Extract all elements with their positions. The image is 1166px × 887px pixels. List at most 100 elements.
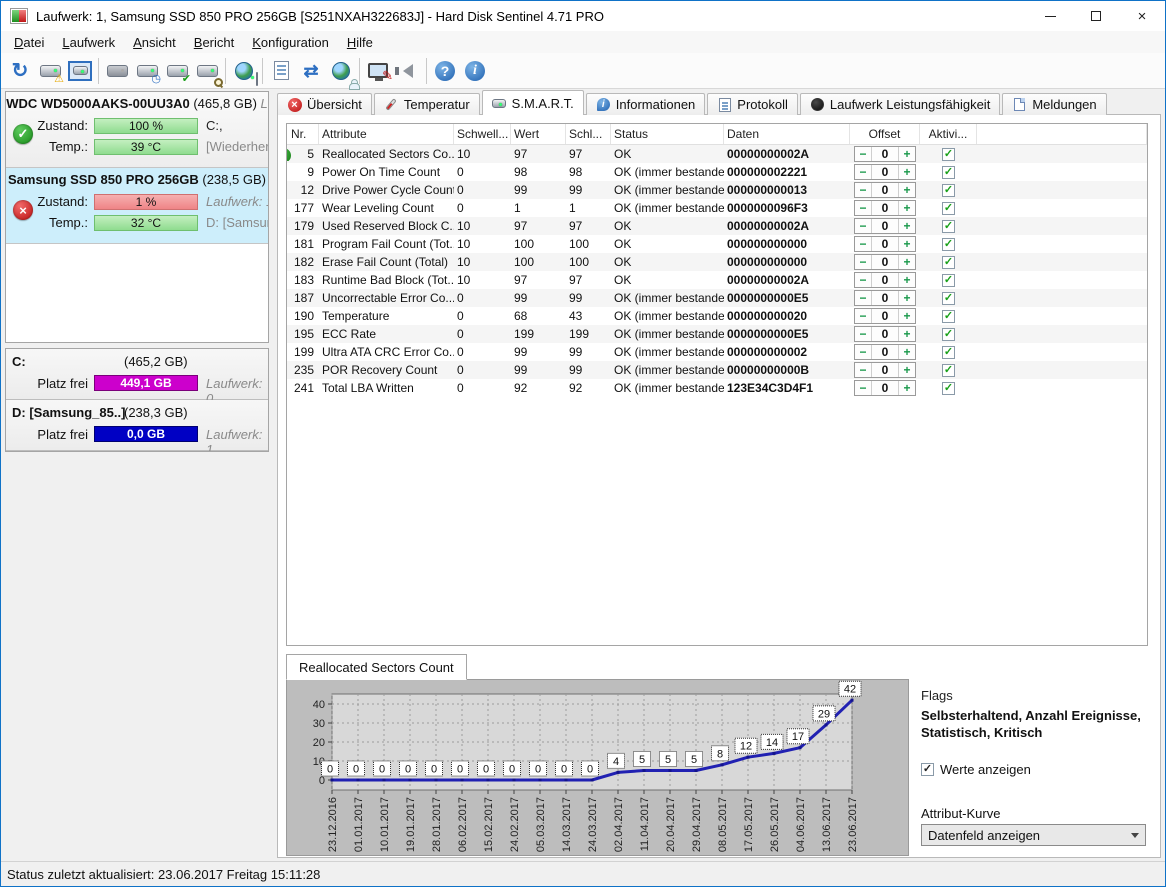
offset-stepper[interactable]: −0+ xyxy=(854,236,916,252)
drive-item-1[interactable]: Samsung SSD 850 PRO 256GB (238,5 GB) ×Zu… xyxy=(6,168,268,244)
table-row[interactable]: 195ECC Rate0199199OK (immer bestanden)00… xyxy=(287,325,1147,343)
enabled-checkbox[interactable]: ✓ xyxy=(942,220,955,233)
disk-search-icon[interactable] xyxy=(192,56,222,86)
tab-informationen[interactable]: iInformationen xyxy=(586,93,706,115)
attribute-curve-dropdown[interactable]: Datenfeld anzeigen xyxy=(921,824,1146,846)
column-header[interactable]: Status xyxy=(611,124,724,144)
column-header[interactable]: Wert xyxy=(511,124,566,144)
menu-datei[interactable]: Datei xyxy=(5,33,53,52)
menu-ansicht[interactable]: Ansicht xyxy=(124,33,185,52)
column-header[interactable]: Daten xyxy=(724,124,850,144)
enabled-checkbox[interactable]: ✓ xyxy=(942,346,955,359)
offset-stepper[interactable]: −0+ xyxy=(854,380,916,396)
offset-plus-button[interactable]: + xyxy=(898,381,915,395)
offset-plus-button[interactable]: + xyxy=(898,165,915,179)
minimize-button[interactable] xyxy=(1027,1,1073,31)
offset-minus-button[interactable]: − xyxy=(855,345,872,359)
online-user-icon[interactable] xyxy=(326,56,356,86)
offset-plus-button[interactable]: + xyxy=(898,273,915,287)
table-row[interactable]: 241Total LBA Written09292OK (immer besta… xyxy=(287,379,1147,397)
offset-minus-button[interactable]: − xyxy=(855,147,872,161)
column-header[interactable]: Offset xyxy=(850,124,920,144)
table-row[interactable]: 190Temperature06843OK (immer bestanden)0… xyxy=(287,307,1147,325)
offset-minus-button[interactable]: − xyxy=(855,381,872,395)
table-row[interactable]: 181Program Fail Count (Tot...10100100OK0… xyxy=(287,235,1147,253)
menu-laufwerk[interactable]: Laufwerk xyxy=(53,33,124,52)
offset-plus-button[interactable]: + xyxy=(898,291,915,305)
show-values-checkbox[interactable]: ✓ xyxy=(921,763,934,776)
offset-stepper[interactable]: −0+ xyxy=(854,290,916,306)
menu-konfiguration[interactable]: Konfiguration xyxy=(243,33,338,52)
table-row[interactable]: 5✓Reallocated Sectors Co...109797OK00000… xyxy=(287,145,1147,163)
info-icon[interactable]: i xyxy=(460,56,490,86)
offset-plus-button[interactable]: + xyxy=(898,309,915,323)
table-row[interactable]: 199Ultra ATA CRC Error Co...09999OK (imm… xyxy=(287,343,1147,361)
offset-stepper[interactable]: −0+ xyxy=(854,326,916,342)
offset-plus-button[interactable]: + xyxy=(898,201,915,215)
table-row[interactable]: 179✓Used Reserved Block C...109797OK0000… xyxy=(287,217,1147,235)
offset-stepper[interactable]: −0+ xyxy=(854,164,916,180)
offset-stepper[interactable]: −0+ xyxy=(854,146,916,162)
offset-minus-button[interactable]: − xyxy=(855,183,872,197)
enabled-checkbox[interactable]: ✓ xyxy=(942,184,955,197)
chart-subtab[interactable]: Reallocated Sectors Count xyxy=(286,654,467,680)
enabled-checkbox[interactable]: ✓ xyxy=(942,238,955,251)
offset-plus-button[interactable]: + xyxy=(898,183,915,197)
offset-plus-button[interactable]: + xyxy=(898,363,915,377)
enabled-checkbox[interactable]: ✓ xyxy=(942,364,955,377)
maximize-button[interactable] xyxy=(1073,1,1119,31)
column-header[interactable]: Aktivi... xyxy=(920,124,977,144)
speaker-icon[interactable] xyxy=(393,56,423,86)
offset-plus-button[interactable]: + xyxy=(898,237,915,251)
volume-item-1[interactable]: D: [Samsung_85..](238,3 GB)Platz frei0,0… xyxy=(6,400,268,451)
close-button[interactable]: × xyxy=(1119,1,1165,31)
disk-details-icon[interactable] xyxy=(65,56,95,86)
offset-stepper[interactable]: −0+ xyxy=(854,218,916,234)
offset-minus-button[interactable]: − xyxy=(855,255,872,269)
column-header[interactable]: Nr. xyxy=(287,124,319,144)
table-row[interactable]: 177✓Wear Leveling Count011OK (immer best… xyxy=(287,199,1147,217)
offset-stepper[interactable]: −0+ xyxy=(854,182,916,198)
offset-stepper[interactable]: −0+ xyxy=(854,344,916,360)
column-header[interactable]: Attribute xyxy=(319,124,454,144)
offset-minus-button[interactable]: − xyxy=(855,201,872,215)
offset-plus-button[interactable]: + xyxy=(898,219,915,233)
table-row[interactable]: 9Power On Time Count09898OK (immer besta… xyxy=(287,163,1147,181)
column-header[interactable]: Schwell... xyxy=(454,124,511,144)
table-row[interactable]: 182Erase Fail Count (Total)10100100OK000… xyxy=(287,253,1147,271)
enabled-checkbox[interactable]: ✓ xyxy=(942,382,955,395)
tab-meldungen[interactable]: Meldungen xyxy=(1002,93,1106,115)
offset-plus-button[interactable]: + xyxy=(898,327,915,341)
tab-laufwerk-leistungsf-higkeit[interactable]: Laufwerk Leistungsfähigkeit xyxy=(800,93,1000,115)
enabled-checkbox[interactable]: ✓ xyxy=(942,274,955,287)
offset-minus-button[interactable]: − xyxy=(855,165,872,179)
table-row[interactable]: 187⚠Uncorrectable Error Co...09999OK (im… xyxy=(287,289,1147,307)
desktop-settings-icon[interactable]: ✎ xyxy=(363,56,393,86)
offset-minus-button[interactable]: − xyxy=(855,237,872,251)
enabled-checkbox[interactable]: ✓ xyxy=(942,292,955,305)
disk-warning-icon[interactable]: ⚠ xyxy=(35,56,65,86)
report-icon[interactable] xyxy=(266,56,296,86)
menu-hilfe[interactable]: Hilfe xyxy=(338,33,382,52)
table-row[interactable]: 12Drive Power Cycle Count09999OK (immer … xyxy=(287,181,1147,199)
disk-ok-icon[interactable]: ✔ xyxy=(162,56,192,86)
sync-icon[interactable]: ⇄ xyxy=(296,56,326,86)
enabled-checkbox[interactable]: ✓ xyxy=(942,256,955,269)
enabled-checkbox[interactable]: ✓ xyxy=(942,310,955,323)
offset-minus-button[interactable]: − xyxy=(855,309,872,323)
enabled-checkbox[interactable]: ✓ xyxy=(942,202,955,215)
tab-temperatur[interactable]: Temperatur xyxy=(374,93,480,115)
menu-bericht[interactable]: Bericht xyxy=(185,33,243,52)
offset-minus-button[interactable]: − xyxy=(855,273,872,287)
table-row[interactable]: 235POR Recovery Count09999OK (immer best… xyxy=(287,361,1147,379)
offset-stepper[interactable]: −0+ xyxy=(854,362,916,378)
network-disk-icon[interactable] xyxy=(229,56,259,86)
tab--bersicht[interactable]: ×Übersicht xyxy=(277,93,372,115)
offset-plus-button[interactable]: + xyxy=(898,345,915,359)
offset-minus-button[interactable]: − xyxy=(855,363,872,377)
disk-disabled-icon[interactable] xyxy=(102,56,132,86)
help-icon[interactable]: ? xyxy=(430,56,460,86)
tab-protokoll[interactable]: Protokoll xyxy=(707,93,798,115)
volume-item-0[interactable]: C:(465,2 GB)Platz frei449,1 GBLaufwerk: … xyxy=(6,349,268,400)
table-row[interactable]: 183✓Runtime Bad Block (Tot...109797OK000… xyxy=(287,271,1147,289)
